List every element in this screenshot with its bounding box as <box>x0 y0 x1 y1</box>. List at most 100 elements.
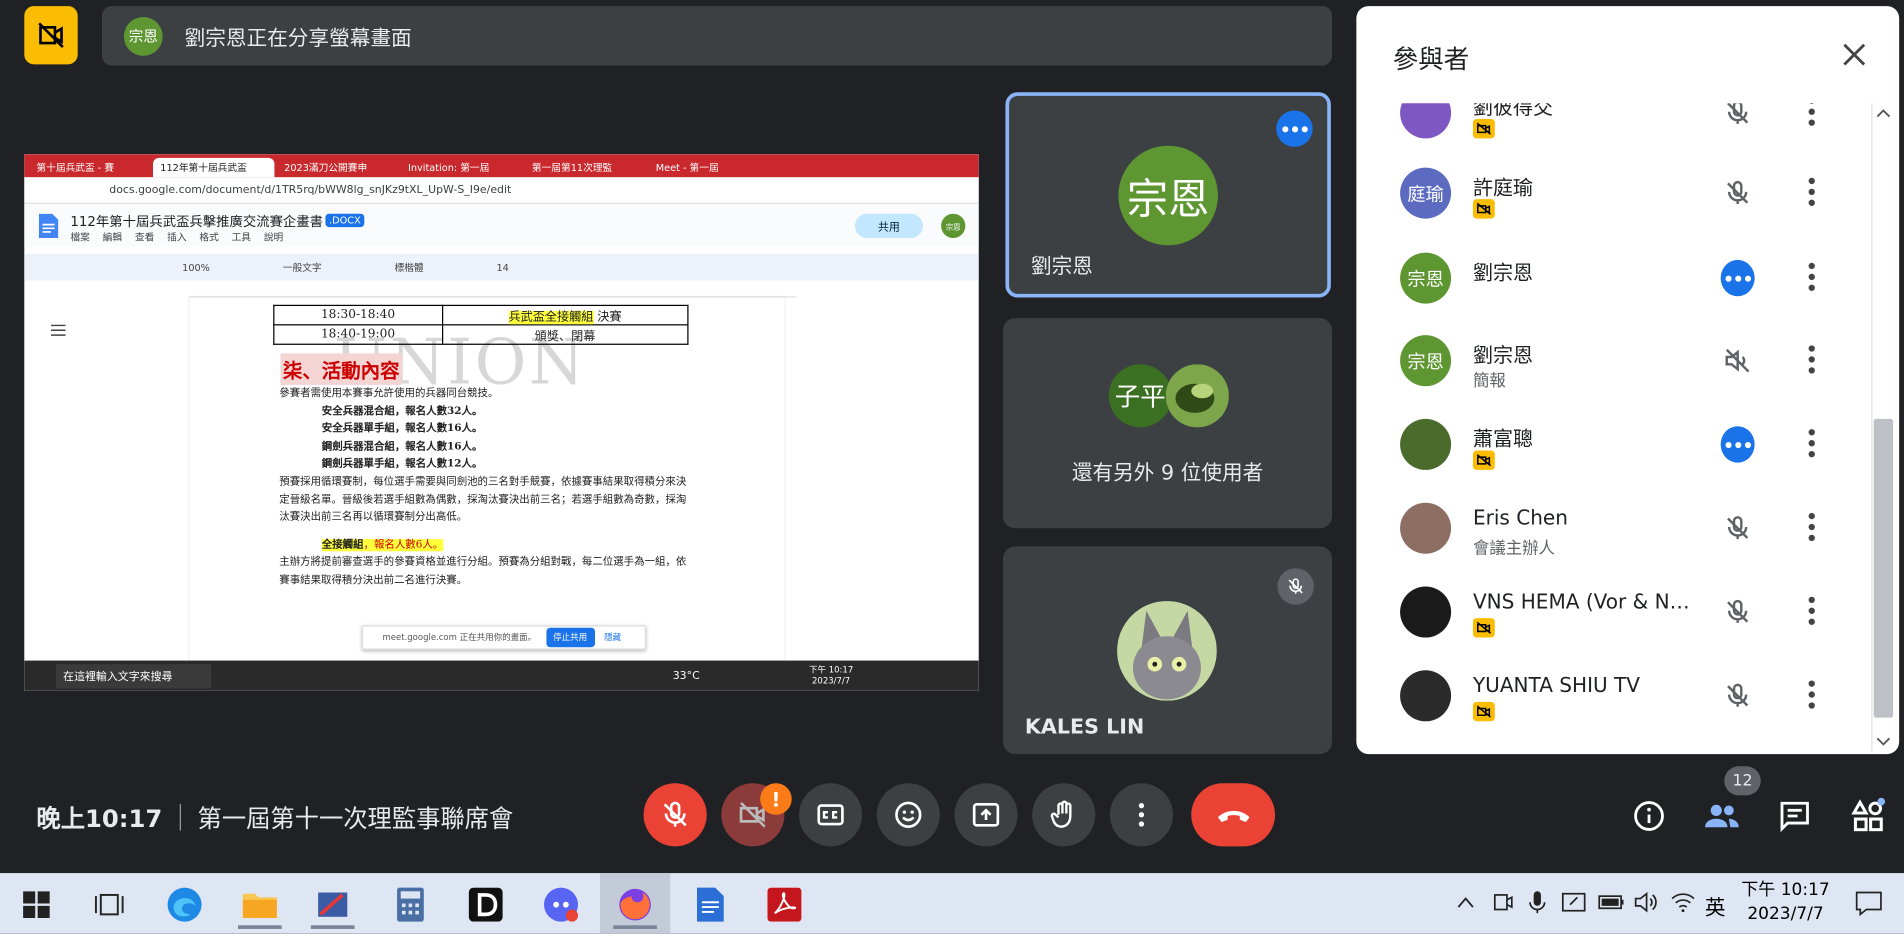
camera-warning-badge[interactable]: ! <box>760 783 792 815</box>
meet-indicator-icon[interactable] <box>1493 891 1513 913</box>
notification-icon[interactable] <box>1855 890 1882 917</box>
activities-icon <box>1851 797 1886 832</box>
more-options-button[interactable] <box>1109 783 1174 847</box>
calculator-button[interactable] <box>386 880 435 929</box>
camera-off-chip-icon <box>1472 618 1495 638</box>
participant-more-button[interactable] <box>1803 676 1820 712</box>
hide-button: 隱藏 <box>604 632 622 643</box>
app-button[interactable] <box>308 880 357 929</box>
docs-avatar: 宗恩 <box>941 213 966 239</box>
participant-name: 劉彼得交 <box>1472 103 1554 120</box>
participant-avatar: 宗恩 <box>1400 252 1452 304</box>
schedule-time: 18:40-19:00 <box>273 324 443 345</box>
captions-button[interactable] <box>799 783 863 847</box>
participants-panel: 參與者 劉彼得交 庭瑜 許庭瑜 宗恩 劉宗恩 宗恩 劉宗恩 簡報 蕭富聰 Eris Chen 會議主… <box>1356 6 1900 755</box>
chat-button[interactable] <box>1770 792 1819 841</box>
participant-name: 劉宗恩 <box>1472 343 1534 367</box>
volume-off-icon[interactable] <box>1721 344 1755 378</box>
participant-row[interactable]: 劉彼得交 <box>1356 103 1873 152</box>
docs-share-label: 共用 <box>877 221 900 234</box>
tile-name: KALES LIN <box>1024 715 1145 740</box>
participant-row[interactable]: YUANTA SHIU TV <box>1356 657 1873 735</box>
full-contact-count: ，報名人數6人。 <box>363 538 444 551</box>
mic-off-icon[interactable] <box>1721 103 1755 130</box>
hand-icon <box>1050 800 1072 828</box>
firefox-button[interactable] <box>611 880 660 929</box>
shared-weather: 33°C <box>672 669 700 682</box>
participant-row[interactable]: 宗恩 劉宗恩 <box>1356 239 1873 317</box>
wifi-icon[interactable] <box>1671 893 1695 912</box>
panel-title: 參與者 <box>1392 44 1470 75</box>
docs-logo-icon <box>38 213 59 239</box>
mic-off-icon[interactable] <box>1721 511 1755 545</box>
participant-more-button[interactable] <box>1803 593 1820 629</box>
category-line: 鋼劍兵器單手組，報名人數12人。 <box>321 458 483 471</box>
volume-icon[interactable] <box>1634 891 1658 913</box>
d-app-button[interactable] <box>461 880 510 929</box>
speaking-indicator-icon <box>1720 259 1755 297</box>
more-vert-icon <box>1138 802 1145 827</box>
mic-off-icon[interactable] <box>1721 176 1755 210</box>
ruler <box>189 285 797 298</box>
mic-toggle-button[interactable] <box>643 783 707 847</box>
participant-tile-kales[interactable]: KALES LIN <box>1003 546 1333 755</box>
participant-more-button[interactable] <box>1803 425 1820 461</box>
leave-call-button[interactable] <box>1191 783 1276 847</box>
scroll-down-icon[interactable] <box>1876 737 1891 747</box>
meeting-name: 第一屆第十一次理監事聯席會 <box>197 803 514 834</box>
windows-taskbar: 英 下午 10:17 2023/7/7 <box>0 873 1904 934</box>
mic-off-icon[interactable] <box>1721 679 1755 713</box>
present-now-button[interactable] <box>954 783 1018 847</box>
participant-more-button[interactable] <box>1803 103 1820 130</box>
meeting-details-button[interactable] <box>1625 792 1674 841</box>
participant-avatar <box>1400 670 1452 722</box>
file-explorer-button[interactable] <box>236 880 285 929</box>
acrobat-button[interactable] <box>760 880 809 929</box>
participant-more-button[interactable] <box>1803 174 1820 210</box>
shared-clock: 下午 10:17 2023/7/7 <box>809 665 853 687</box>
doc-paragraph: 主辦方將提前審查選手的參賽資格並進行分組。預賽為分組對戰，每二位選手為一組，依賽… <box>279 556 687 587</box>
battery-icon[interactable] <box>1598 894 1625 911</box>
windows-logo-icon <box>23 891 50 919</box>
participant-avatar <box>1400 586 1452 638</box>
more-vert-icon <box>1808 177 1815 206</box>
participant-row[interactable]: VNS HEMA (Vor & Nac... <box>1356 573 1873 651</box>
reactions-button[interactable] <box>876 783 940 847</box>
participant-avatar <box>1400 502 1452 554</box>
scroll-up-icon[interactable] <box>1876 108 1891 118</box>
participant-name: 劉宗恩 <box>1472 261 1534 285</box>
discord-button[interactable] <box>537 880 586 929</box>
word-button[interactable] <box>686 880 735 929</box>
stop-sharing-button: 停止共用 <box>545 627 595 648</box>
participant-tile-others[interactable]: 子平 還有另外 9 位使用者 <box>1003 318 1333 529</box>
participant-tile-presenter[interactable]: 宗恩 劉宗恩 <box>1005 92 1331 298</box>
mic-off-icon[interactable] <box>1721 595 1755 629</box>
screen-share-tray-icon[interactable] <box>1561 891 1586 913</box>
raise-hand-button[interactable] <box>1032 783 1096 847</box>
participant-more-button[interactable] <box>1803 509 1820 545</box>
people-button[interactable] <box>1698 792 1747 841</box>
edge-button[interactable] <box>160 880 209 929</box>
camera-off-badge[interactable] <box>24 6 78 65</box>
close-panel-button[interactable] <box>1837 38 1871 72</box>
participant-more-button[interactable] <box>1803 259 1820 295</box>
divider <box>179 803 181 830</box>
meeting-info: 晚上10:17 第一屆第十一次理監事聯席會 <box>36 799 513 834</box>
scrollbar-thumb[interactable] <box>1873 418 1894 718</box>
cat-avatar <box>1117 601 1217 701</box>
task-view-button[interactable] <box>85 880 134 929</box>
input-method-indicator[interactable]: 英 <box>1705 890 1726 920</box>
participant-row[interactable]: 庭瑜 許庭瑜 <box>1356 154 1873 232</box>
participant-row[interactable]: 蕭富聰 <box>1356 406 1873 484</box>
participant-row[interactable]: Eris Chen 會議主辦人 <box>1356 489 1873 567</box>
running-indicator <box>310 925 355 929</box>
start-button[interactable] <box>12 880 61 929</box>
chevron-up-icon[interactable] <box>1457 896 1474 908</box>
participant-row[interactable]: 宗恩 劉宗恩 簡報 <box>1356 322 1873 400</box>
camera-off-icon <box>38 22 64 48</box>
sharing-notice: meet.google.com 正在共用你的畫面。 停止共用 隱藏 <box>361 625 647 650</box>
taskbar-clock[interactable]: 下午 10:17 2023/7/7 <box>1741 878 1829 927</box>
participant-more-button[interactable] <box>1803 341 1820 377</box>
activities-button[interactable] <box>1843 792 1892 841</box>
microphone-icon[interactable] <box>1529 890 1546 914</box>
